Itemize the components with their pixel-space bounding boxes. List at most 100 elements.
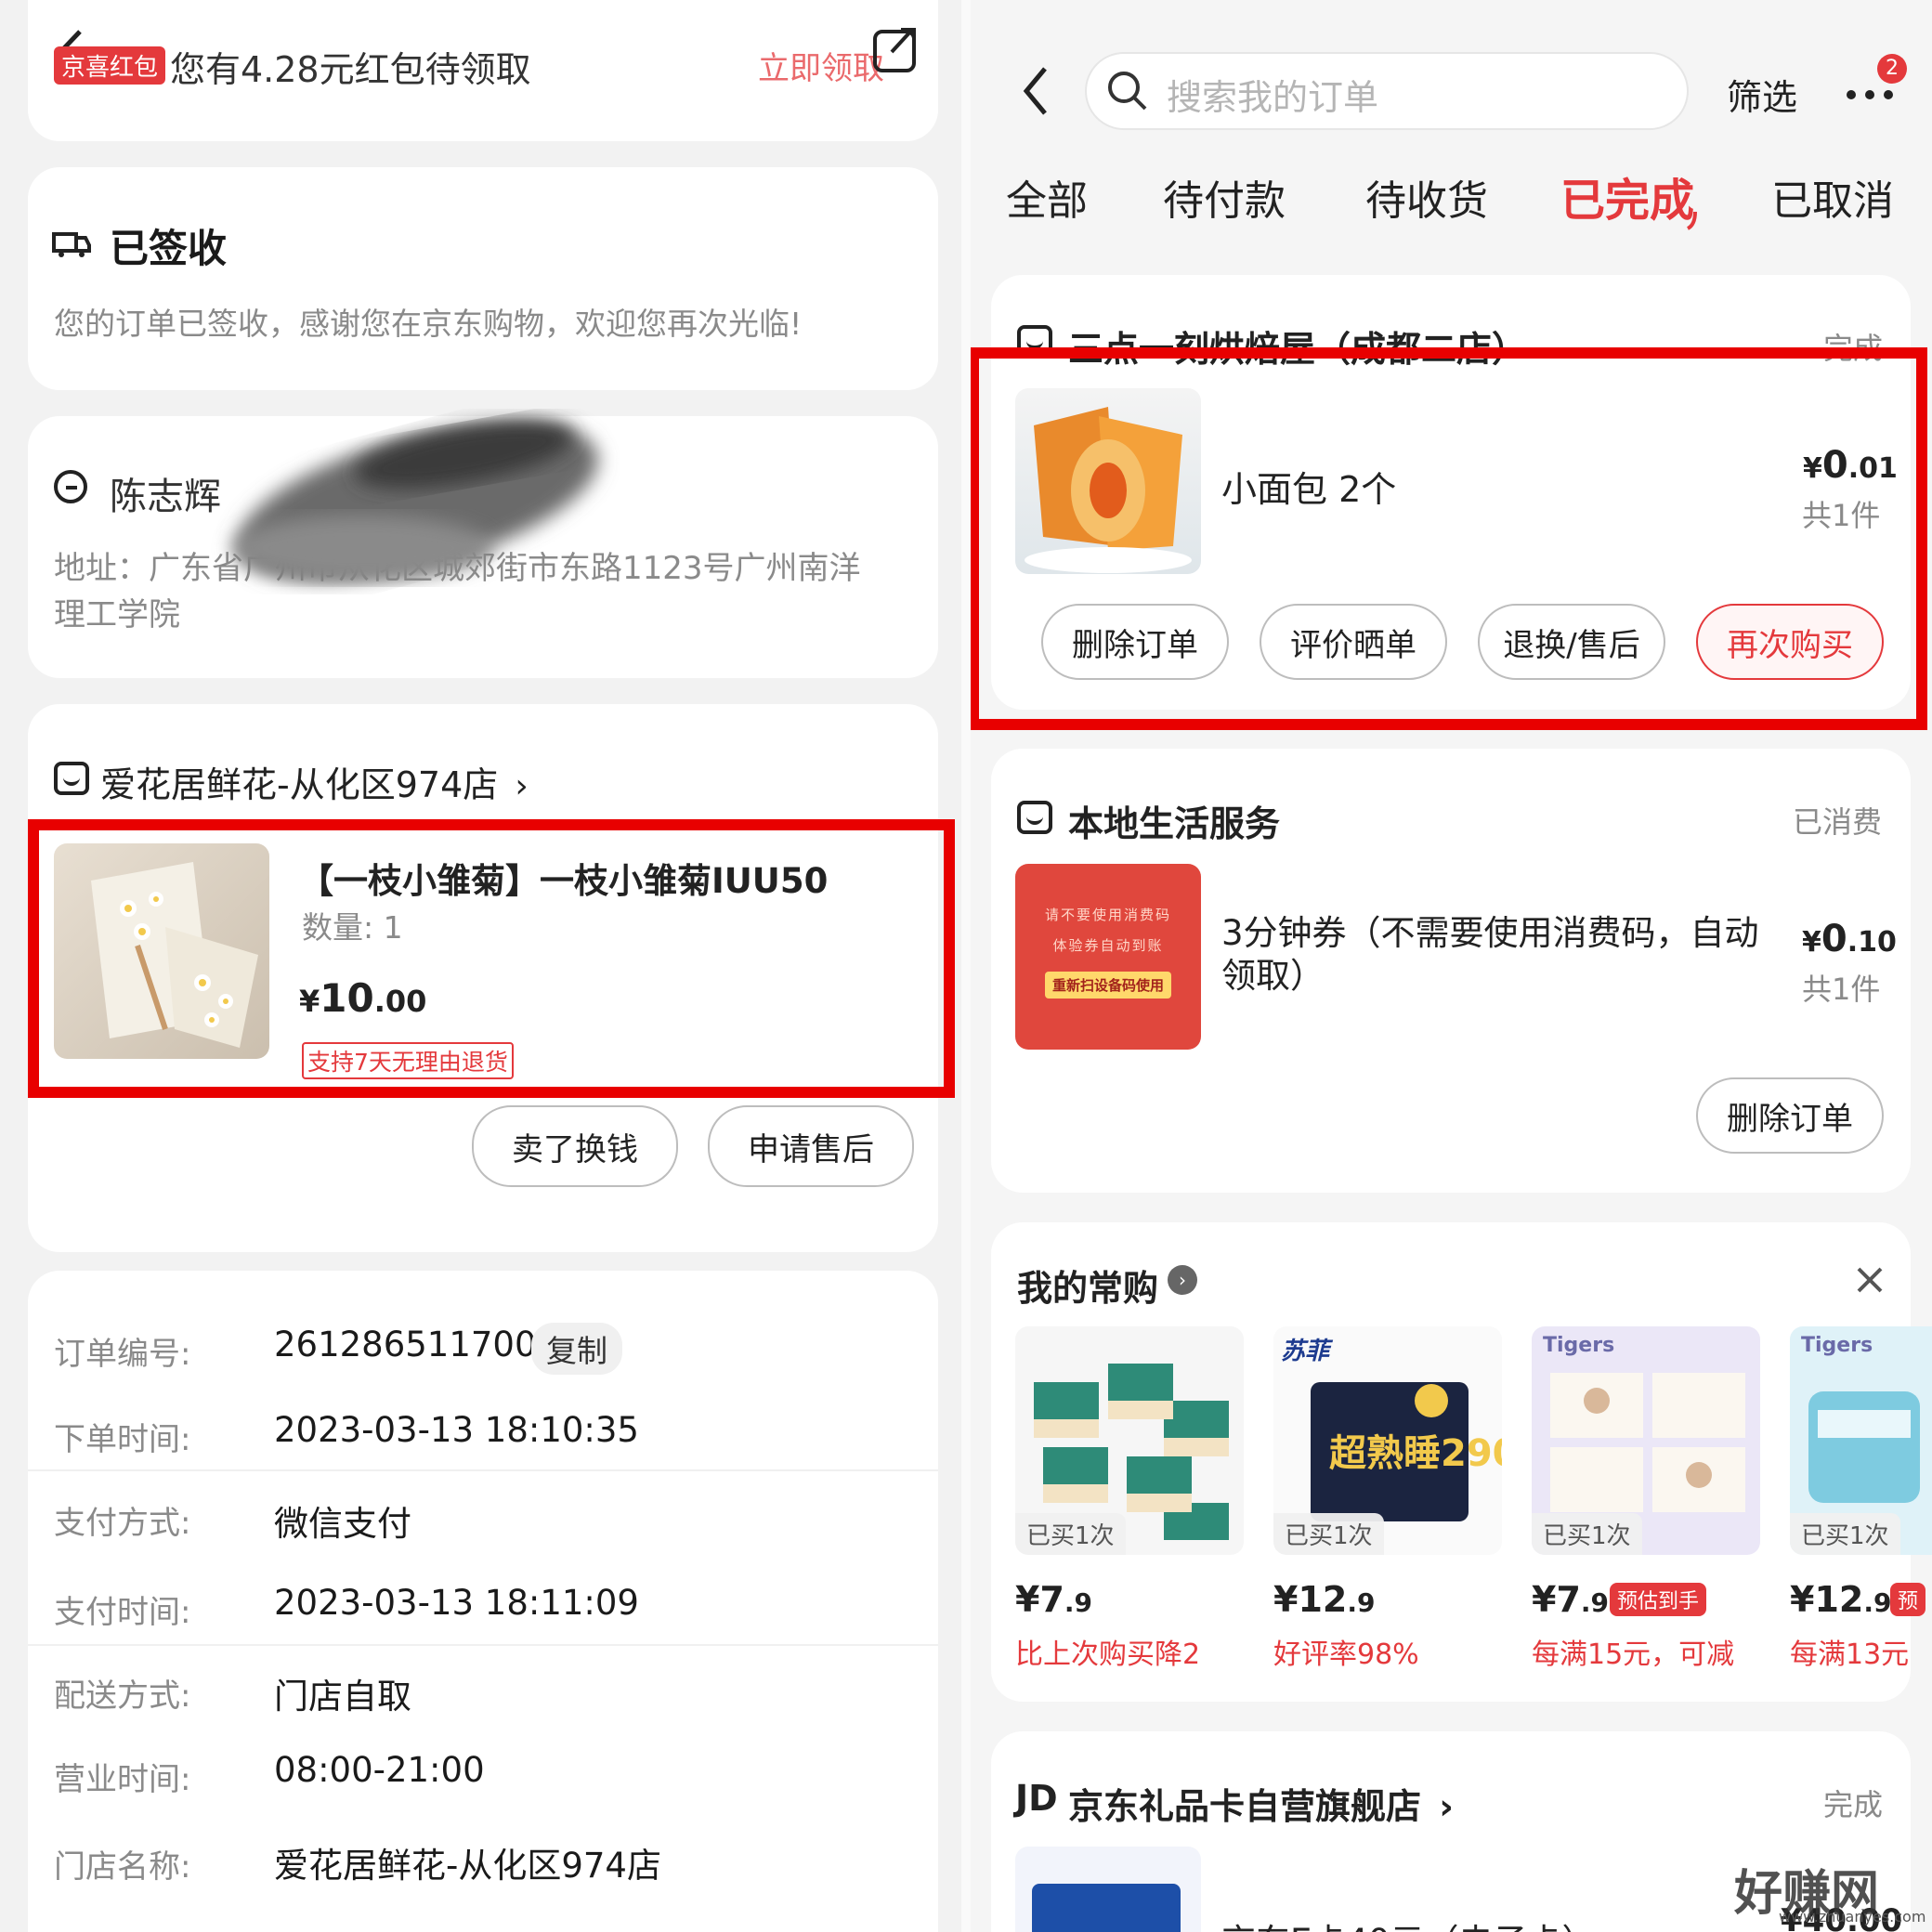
store-icon xyxy=(1017,801,1052,834)
price-integer: ¥12 xyxy=(1790,1579,1864,1620)
item-title[interactable]: 3分钟券（不需要使用消费码，自动领取） xyxy=(1221,912,1760,998)
estimated-price-tag: 预 xyxy=(1890,1583,1926,1616)
product-image-tigers-wipes[interactable]: Tigers 已买1次 xyxy=(1790,1326,1932,1555)
price-decimal: .10 xyxy=(1847,926,1897,959)
item-title[interactable]: 京东E卡40元（电子卡） xyxy=(1221,1913,1596,1932)
price-decimal: .9 xyxy=(1580,1587,1610,1618)
tigers-logo: Tigers xyxy=(1543,1334,1615,1357)
tab-cancelled[interactable]: 已取消 xyxy=(1771,167,1894,227)
product-note: 每满15元，可减 xyxy=(1532,1638,1735,1671)
shop-name[interactable]: 爱花居鲜花-从化区974店 › xyxy=(100,756,529,807)
bought-count-badge: 已买1次 xyxy=(1532,1513,1642,1555)
coupon-line-3: 重新扫设备码使用 xyxy=(1044,972,1171,999)
payment-method-label: 支付方式: xyxy=(54,1505,191,1542)
promo-tag: 京喜红包 xyxy=(54,46,166,85)
price-decimal: .9 xyxy=(1064,1587,1093,1618)
delivery-icon xyxy=(52,225,91,258)
tab-pending-payment[interactable]: 待付款 xyxy=(1163,167,1286,227)
status-title: 已签收 xyxy=(110,226,228,271)
product-price: ¥12.9 xyxy=(1273,1579,1375,1620)
order-time-value: 2023-03-13 18:10:35 xyxy=(274,1410,639,1450)
business-hours-value: 08:00-21:00 xyxy=(274,1750,485,1790)
business-hours-label: 营业时间: xyxy=(54,1761,191,1798)
copy-button[interactable]: 复制 xyxy=(531,1323,622,1375)
chevron-right-icon: › xyxy=(1439,1786,1454,1827)
product-note: 好评率98% xyxy=(1273,1638,1419,1671)
store-name-value: 爱花居鲜花-从化区974店 xyxy=(274,1846,661,1886)
price-integer: 0 xyxy=(1821,918,1847,960)
product-note: 比上次购买降2 xyxy=(1015,1638,1201,1671)
highlight-box-order xyxy=(971,347,1927,730)
tigers-logo: Tigers xyxy=(1801,1334,1873,1357)
tab-completed[interactable]: 已完成 xyxy=(1560,163,1694,228)
notification-badge: 2 xyxy=(1877,54,1907,84)
store-name-label: 门店名称: xyxy=(54,1848,191,1886)
coupon-line-2: 体验券自动到账 xyxy=(1052,937,1164,954)
price-decimal: .9 xyxy=(1863,1587,1892,1618)
section-title: 我的常购 xyxy=(1017,1268,1159,1309)
price-symbol: ¥ xyxy=(1802,926,1821,959)
delivery-method-value: 门店自取 xyxy=(274,1677,411,1717)
svg-text:超熟睡290: 超熟睡290 xyxy=(1329,1432,1502,1475)
product-image-sanitary-pad[interactable]: 苏菲 超熟睡290 已买1次 xyxy=(1273,1326,1502,1555)
search-placeholder: 搜索我的订单 xyxy=(1167,77,1379,118)
info-icon[interactable]: › xyxy=(1168,1265,1197,1295)
address-line2: 理工学院 xyxy=(54,596,180,633)
price-decimal: .9 xyxy=(1347,1587,1376,1618)
tab-pending-receipt[interactable]: 待收货 xyxy=(1365,167,1488,227)
product-image-tissue[interactable]: 已买1次 xyxy=(1015,1326,1244,1555)
product-image-tigers-tissue[interactable]: Tigers 已买1次 xyxy=(1532,1326,1760,1555)
delivery-method-label: 配送方式: xyxy=(54,1677,191,1715)
delete-order-button[interactable]: 删除订单 xyxy=(1696,1077,1884,1154)
privacy-scribble xyxy=(204,409,632,594)
order-number-value: 261286511700 xyxy=(274,1325,537,1364)
divider xyxy=(28,1644,938,1646)
close-icon[interactable] xyxy=(1853,1263,1886,1297)
price-integer: ¥12 xyxy=(1273,1579,1348,1620)
shop-name[interactable]: 本地生活服务 xyxy=(1068,795,1280,846)
product-price: ¥7.9 xyxy=(1015,1579,1092,1620)
search-input[interactable]: 搜索我的订单 xyxy=(1085,52,1689,130)
payment-time-value: 2023-03-13 18:11:09 xyxy=(274,1583,639,1623)
user-icon xyxy=(54,470,87,503)
coupon-line-1: 请不要使用消费码 xyxy=(1044,907,1171,923)
back-arrow-icon[interactable] xyxy=(1017,65,1054,117)
product-price: ¥7.9 xyxy=(1532,1579,1609,1620)
tab-all[interactable]: 全部 xyxy=(1006,167,1088,227)
price-integer: ¥7 xyxy=(1015,1579,1064,1620)
panel-divider xyxy=(961,0,971,1932)
product-price: ¥12.9 xyxy=(1790,1579,1891,1620)
order-status: 已消费 xyxy=(1793,804,1883,840)
order-number-label: 订单编号: xyxy=(54,1336,191,1373)
apply-after-sale-button[interactable]: 申请售后 xyxy=(708,1105,914,1187)
share-icon[interactable] xyxy=(871,24,923,76)
bought-count-badge: 已买1次 xyxy=(1790,1513,1900,1555)
status-desc: 您的订单已签收，感谢您在京东购物，欢迎您再次光临! xyxy=(54,306,803,342)
filter-button[interactable]: 筛选 xyxy=(1727,69,1797,120)
bought-count-badge: 已买1次 xyxy=(1273,1513,1384,1555)
promo-claim-link[interactable]: 立即领取 xyxy=(758,43,884,88)
product-image-coupon[interactable]: 请不要使用消费码 体验券自动到账 重新扫设备码使用 xyxy=(1015,864,1201,1050)
highlight-box-item xyxy=(28,819,955,1098)
sell-for-cash-button[interactable]: 卖了换钱 xyxy=(472,1105,678,1187)
order-detail-panel: 京喜红包 您有4.28元红包待领取 立即领取 已签收 您的订单已签收，感谢您在京… xyxy=(0,0,961,1932)
jd-logo-icon: JD xyxy=(1015,1778,1058,1819)
divider xyxy=(28,1469,938,1471)
price-integer: ¥7 xyxy=(1532,1579,1581,1620)
order-time-label: 下单时间: xyxy=(54,1421,191,1458)
payment-method-value: 微信支付 xyxy=(274,1504,411,1544)
watermark-url: www.zhuanyes.com xyxy=(1779,1908,1926,1925)
order-status: 完成 xyxy=(1823,1787,1884,1822)
product-image-ecard[interactable] xyxy=(1015,1847,1201,1932)
bought-count-badge: 已买1次 xyxy=(1015,1513,1126,1555)
shop-name-label: 京东礼品卡自营旗舰店 xyxy=(1068,1786,1422,1827)
status-card xyxy=(28,167,938,390)
item-count: 共1件 xyxy=(1802,972,1881,1007)
shop-name[interactable]: 京东礼品卡自营旗舰店 › xyxy=(1068,1778,1454,1829)
chevron-right-icon: › xyxy=(515,767,529,805)
product-note: 每满13元 xyxy=(1790,1638,1910,1671)
search-icon xyxy=(1105,69,1150,113)
shop-name-label: 爱花居鲜花-从化区974店 xyxy=(100,764,499,805)
promo-text: 您有4.28元红包待领取 xyxy=(170,49,531,90)
estimated-price-tag: 预估到手 xyxy=(1610,1583,1707,1616)
